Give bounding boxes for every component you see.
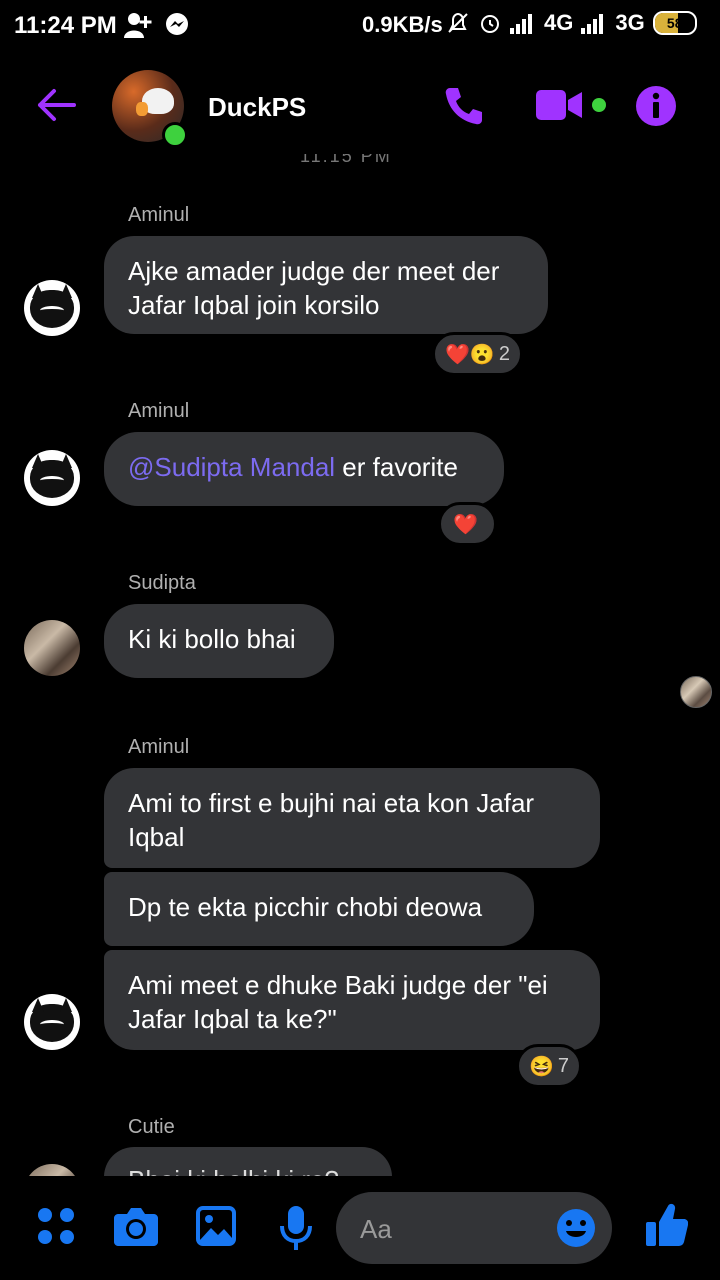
status-bar: 11:24 PM 0.9KB/s 4G 3G 58 (0, 0, 720, 52)
video-active-dot (592, 98, 606, 112)
message-bubble[interactable]: Dp te ekta picchir chobi deowa (104, 872, 534, 946)
reaction-emoji: ❤️😮 (445, 343, 495, 366)
status-time: 11:24 PM (14, 12, 117, 39)
info-icon[interactable] (634, 84, 678, 128)
message-bubble[interactable]: @Sudipta Mandal er favorite (104, 432, 504, 506)
sender-name: Cutie (128, 1116, 175, 1138)
chat-header: DuckPS (0, 64, 720, 154)
message-bubble[interactable]: Ki ki bollo bhai (104, 604, 334, 678)
signal-icon-2 (581, 14, 604, 34)
reaction-emoji: 😆 (529, 1055, 554, 1078)
message-text: er favorite (335, 452, 458, 482)
alarm-icon (481, 15, 499, 33)
message-bubble[interactable]: Bhai ki bolbi ki re? (104, 1147, 392, 1176)
emoji-icon[interactable] (556, 1208, 596, 1248)
message-list[interactable]: 11:15 PM Aminul Ajke amader judge der me… (0, 154, 720, 1176)
message-reaction[interactable]: ❤️ (438, 502, 497, 546)
messenger-icon (166, 13, 188, 35)
reaction-emoji: ❤️ (453, 513, 478, 536)
reaction-count: 2 (498, 342, 510, 365)
reaction-count: 7 (557, 1054, 570, 1077)
message-bubble[interactable]: Ajke amader judge der meet der Jafar Iqb… (104, 236, 548, 334)
network-type-1: 4G (544, 10, 574, 35)
sender-avatar[interactable] (24, 280, 80, 336)
message-reaction[interactable]: ❤️😮 2 (432, 332, 523, 376)
sender-name: Aminul (128, 736, 190, 758)
gallery-icon[interactable] (196, 1206, 236, 1246)
camera-icon[interactable] (114, 1206, 158, 1246)
video-call-icon[interactable] (536, 84, 584, 128)
more-actions-icon[interactable] (36, 1206, 76, 1246)
sender-name: Sudipta (128, 572, 196, 594)
add-person-icon (124, 13, 152, 38)
sender-name: Aminul (128, 204, 190, 226)
read-receipt-avatar (680, 676, 712, 708)
sender-name: Aminul (128, 400, 190, 422)
voice-call-icon[interactable] (442, 84, 486, 128)
back-arrow-icon[interactable] (36, 88, 76, 122)
like-thumb-icon[interactable] (646, 1202, 688, 1248)
battery-indicator: 58 (652, 11, 697, 35)
message-bubble[interactable]: Ami meet e dhuke Baki judge der "ei Jafa… (104, 950, 600, 1050)
sender-avatar[interactable] (24, 1164, 80, 1176)
message-bubble[interactable]: Ami to first e bujhi nai eta kon Jafar I… (104, 768, 600, 868)
message-input-placeholder: Aa (360, 1214, 392, 1244)
sender-avatar[interactable] (24, 620, 80, 676)
mute-bell-icon (448, 12, 468, 33)
online-status-dot (162, 122, 188, 148)
message-text: Bhai ki bolbi ki re? (128, 1165, 339, 1176)
sender-avatar[interactable] (24, 994, 80, 1050)
microphone-icon[interactable] (280, 1206, 312, 1250)
network-speed: 0.9KB/s (362, 12, 443, 37)
network-type-2: 3G (615, 10, 645, 35)
message-input[interactable]: Aa (336, 1192, 612, 1264)
timestamp: 11:15 PM (300, 154, 392, 166)
signal-icon-1 (510, 14, 532, 34)
sender-avatar[interactable] (24, 450, 80, 506)
user-mention[interactable]: @Sudipta Mandal (128, 452, 335, 482)
composer-bar: Aa (0, 1176, 720, 1280)
conversation-title[interactable]: DuckPS (208, 92, 306, 123)
message-reaction[interactable]: 😆 7 (516, 1044, 583, 1088)
